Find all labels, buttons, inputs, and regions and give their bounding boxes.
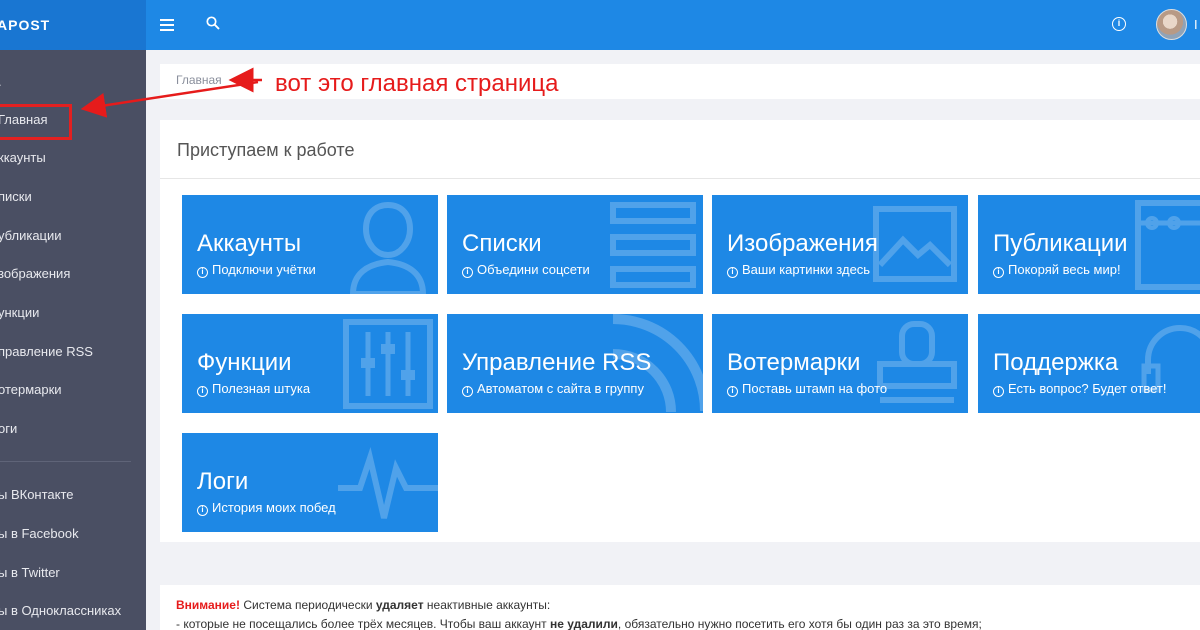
tile-title: Аккаунты bbox=[197, 230, 302, 257]
info-icon: i bbox=[727, 386, 738, 397]
info-icon: i bbox=[197, 505, 208, 516]
top-bar bbox=[0, 0, 1200, 50]
tile-title: Списки bbox=[462, 230, 542, 257]
brand-label: APOST bbox=[0, 17, 51, 33]
tile-title: Управление RSS bbox=[462, 349, 652, 376]
info-icon: i bbox=[727, 267, 738, 278]
info-icon: i bbox=[993, 267, 1004, 278]
sidebar-group-vk[interactable]: ы ВКонтакте bbox=[0, 483, 76, 507]
tile-logs[interactable]: Логи i История моих побед bbox=[182, 433, 438, 532]
breadcrumb-home[interactable]: Главная bbox=[176, 73, 222, 87]
tile-title: Логи bbox=[197, 468, 249, 495]
user-name[interactable]: I bbox=[1194, 17, 1198, 32]
panel-divider bbox=[160, 178, 1200, 179]
tile-title: Поддержка bbox=[993, 349, 1119, 376]
user-icon bbox=[349, 201, 427, 294]
sidebar-group-facebook[interactable]: ы в Facebook bbox=[0, 522, 81, 546]
tile-images[interactable]: Изображения i Ваши картинки здесь bbox=[712, 195, 968, 294]
sidebar-divider bbox=[0, 461, 131, 462]
stamp-icon bbox=[877, 321, 957, 403]
pulse-icon bbox=[338, 446, 438, 519]
sidebar-group-twitter[interactable]: ы в Twitter bbox=[0, 561, 62, 585]
tile-subtitle: i История моих побед bbox=[197, 500, 336, 516]
sidebar: . Главная ккаунты писки убликации зображ… bbox=[0, 50, 146, 630]
sliders-icon bbox=[343, 319, 433, 409]
active-highlight-box bbox=[0, 104, 72, 140]
tile-title: Функции bbox=[197, 349, 292, 376]
info-icon: i bbox=[462, 386, 473, 397]
brand-logo[interactable]: APOST bbox=[0, 0, 146, 50]
tile-title: Изображения bbox=[727, 230, 878, 257]
avatar[interactable] bbox=[1156, 9, 1187, 40]
board-icon bbox=[1135, 200, 1200, 290]
tile-subtitle: i Объедини соцсети bbox=[462, 262, 590, 278]
sidebar-item-images[interactable]: зображения bbox=[0, 262, 72, 286]
tile-functions[interactable]: Функции i Полезная штука bbox=[182, 314, 438, 413]
tile-support[interactable]: Поддержка i Есть вопрос? Будет ответ! bbox=[978, 314, 1200, 413]
sidebar-item-accounts[interactable]: ккаунты bbox=[0, 146, 48, 170]
sidebar-item-top: . bbox=[0, 70, 4, 94]
tile-title: Вотермарки bbox=[727, 349, 861, 376]
sidebar-item-watermarks[interactable]: отермарки bbox=[0, 378, 64, 402]
sidebar-item-logs[interactable]: оги bbox=[0, 417, 19, 441]
tile-accounts[interactable]: Аккаунты i Подключи учётки bbox=[182, 195, 438, 294]
info-icon: i bbox=[197, 386, 208, 397]
list-icon bbox=[610, 202, 696, 288]
panel-title: Приступаем к работе bbox=[177, 140, 355, 160]
sidebar-item-functions[interactable]: ункции bbox=[0, 301, 41, 325]
info-icon: i bbox=[197, 267, 208, 278]
sidebar-item-publications[interactable]: убликации bbox=[0, 224, 64, 248]
sidebar-item-lists[interactable]: писки bbox=[0, 185, 34, 209]
tile-subtitle: i Подключи учётки bbox=[197, 262, 316, 278]
tile-subtitle: i Полезная штука bbox=[197, 381, 310, 397]
tile-subtitle: i Поставь штамп на фото bbox=[727, 381, 887, 397]
info-icon: i bbox=[462, 267, 473, 278]
tile-subtitle: i Автоматом с сайта в группу bbox=[462, 381, 644, 397]
tile-subtitle: i Покоряй весь мир! bbox=[993, 262, 1121, 278]
sidebar-item-rss[interactable]: правление RSS bbox=[0, 340, 95, 364]
tile-watermarks[interactable]: Вотермарки i Поставь штамп на фото bbox=[712, 314, 968, 413]
annotation-text: вот это главная страница bbox=[275, 70, 559, 97]
menu-icon[interactable] bbox=[160, 19, 174, 31]
info-icon: i bbox=[993, 386, 1004, 397]
tile-lists[interactable]: Списки i Объедини соцсети bbox=[447, 195, 703, 294]
tile-rss[interactable]: Управление RSS i Автоматом с сайта в груп… bbox=[447, 314, 703, 413]
info-icon[interactable]: i bbox=[1112, 17, 1126, 31]
search-icon[interactable] bbox=[206, 16, 220, 30]
tile-subtitle: i Ваши картинки здесь bbox=[727, 262, 870, 278]
sidebar-group-ok[interactable]: ы в Одноклассниках bbox=[0, 599, 123, 623]
notice-line-1: Внимание! Система периодически удаляет н… bbox=[176, 598, 551, 612]
headset-icon bbox=[1141, 325, 1200, 393]
picture-icon bbox=[873, 206, 957, 282]
notice-line-2: - которые не посещались более трёх месяц… bbox=[176, 617, 982, 630]
tile-publications[interactable]: Публикации i Покоряй весь мир! bbox=[978, 195, 1200, 294]
tile-subtitle: i Есть вопрос? Будет ответ! bbox=[993, 381, 1166, 397]
tile-title: Публикации bbox=[993, 230, 1128, 257]
